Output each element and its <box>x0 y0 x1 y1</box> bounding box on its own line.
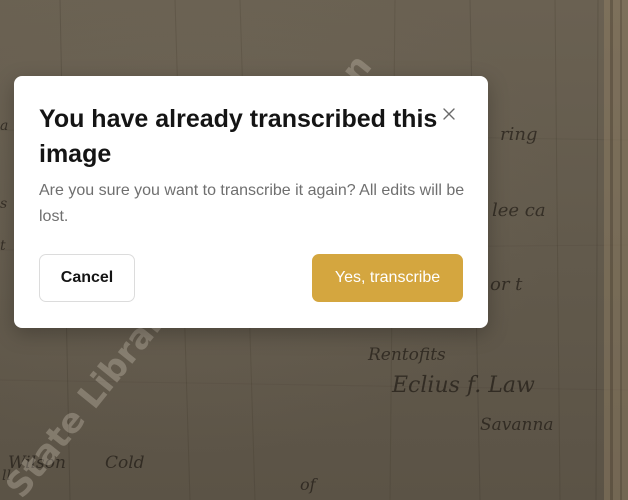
handwriting-fragment: Rentofits <box>367 345 446 365</box>
svg-text:of: of <box>300 475 319 494</box>
svg-text:s: s <box>0 196 7 212</box>
svg-text:a: a <box>0 118 8 134</box>
handwriting-fragment: ring <box>500 124 537 145</box>
close-icon <box>443 108 455 120</box>
handwriting-fragment: Savanna <box>480 415 554 435</box>
confirm-transcribe-button[interactable]: Yes, transcribe <box>312 254 463 302</box>
close-button[interactable] <box>436 101 462 127</box>
handwriting-fragment: Eclius f. Law <box>391 373 535 398</box>
confirm-transcribe-dialog: You have already transcribed this image … <box>14 76 488 328</box>
handwriting-fragment: lee ca <box>492 200 546 221</box>
cancel-button[interactable]: Cancel <box>39 254 135 302</box>
svg-text:t: t <box>0 238 6 254</box>
handwriting-fragment: or t <box>490 274 523 295</box>
handwriting-fragment: Cold <box>105 453 145 473</box>
dialog-title: You have already transcribed this image <box>39 105 438 168</box>
dialog-message: Are you sure you want to transcribe it a… <box>39 182 465 225</box>
